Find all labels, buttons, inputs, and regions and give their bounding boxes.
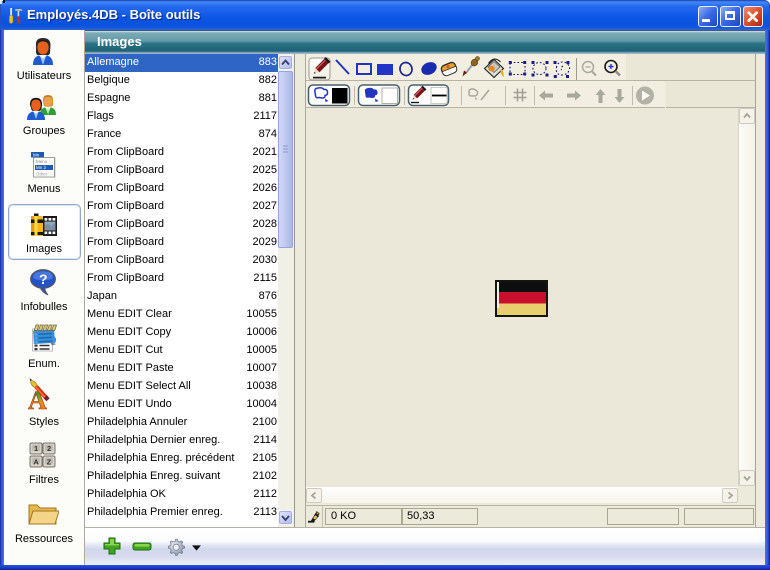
- svg-text:Menu: Menu: [36, 159, 48, 164]
- svg-text:A: A: [33, 458, 39, 467]
- svg-text:Mn 2: Mn 2: [36, 165, 47, 170]
- svg-text:Z: Z: [47, 458, 52, 467]
- svg-text:Mn: Mn: [33, 153, 40, 158]
- svg-text:?: ?: [39, 271, 48, 287]
- svg-text:2: 2: [47, 444, 51, 453]
- svg-text:1: 1: [34, 444, 38, 453]
- svg-text:Other: Other: [36, 172, 48, 177]
